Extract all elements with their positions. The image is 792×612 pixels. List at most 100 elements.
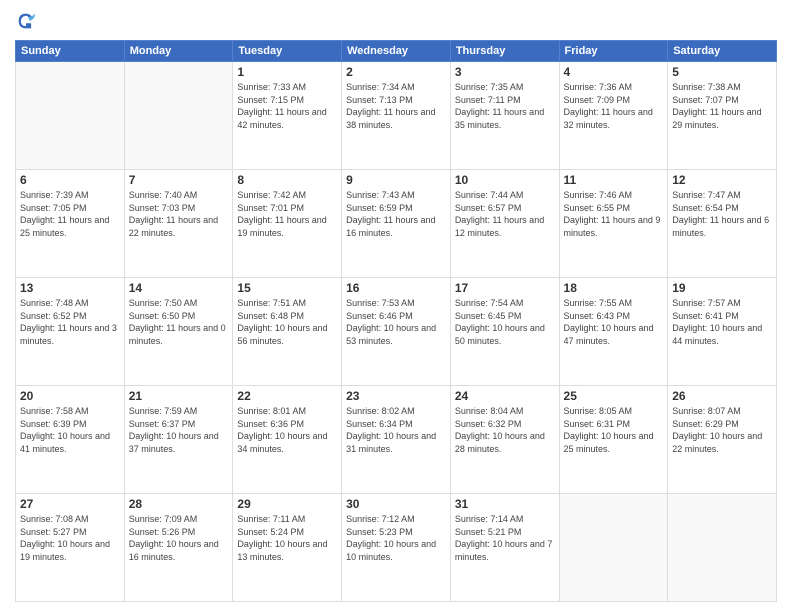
calendar-header: SundayMondayTuesdayWednesdayThursdayFrid… [16, 41, 777, 62]
day-info: Sunrise: 7:59 AM Sunset: 6:37 PM Dayligh… [129, 405, 229, 455]
calendar-cell: 16 Sunrise: 7:53 AM Sunset: 6:46 PM Dayli… [342, 278, 451, 386]
calendar-cell: 6 Sunrise: 7:39 AM Sunset: 7:05 PM Daylig… [16, 170, 125, 278]
logo [15, 10, 41, 32]
day-number: 15 [237, 281, 337, 295]
day-info: Sunrise: 7:09 AM Sunset: 5:26 PM Dayligh… [129, 513, 229, 563]
calendar-body: 1 Sunrise: 7:33 AM Sunset: 7:15 PM Daylig… [16, 62, 777, 602]
calendar-cell: 19 Sunrise: 7:57 AM Sunset: 6:41 PM Dayli… [668, 278, 777, 386]
calendar-cell: 17Sunrise: 7:54 AM Sunset: 6:45 PM Dayli… [450, 278, 559, 386]
day-number: 21 [129, 389, 229, 403]
day-header-tuesday: Tuesday [233, 41, 342, 62]
day-number: 5 [672, 65, 772, 79]
week-row-3: 13 Sunrise: 7:48 AM Sunset: 6:52 PM Dayli… [16, 278, 777, 386]
day-info: Sunrise: 7:48 AM Sunset: 6:52 PM Dayligh… [20, 297, 120, 347]
day-info: Sunrise: 7:57 AM Sunset: 6:41 PM Dayligh… [672, 297, 772, 347]
calendar-table: SundayMondayTuesdayWednesdayThursdayFrid… [15, 40, 777, 602]
day-number: 11 [564, 173, 664, 187]
day-number: 29 [237, 497, 337, 511]
day-number: 4 [564, 65, 664, 79]
day-info: Sunrise: 7:40 AM Sunset: 7:03 PM Dayligh… [129, 189, 229, 239]
day-number: 19 [672, 281, 772, 295]
day-number: 24 [455, 389, 555, 403]
header-row: SundayMondayTuesdayWednesdayThursdayFrid… [16, 41, 777, 62]
calendar-cell: 24 Sunrise: 8:04 AM Sunset: 6:32 PM Dayli… [450, 386, 559, 494]
day-info: Sunrise: 7:34 AM Sunset: 7:13 PM Dayligh… [346, 81, 446, 131]
day-info: Sunrise: 7:38 AM Sunset: 7:07 PM Dayligh… [672, 81, 772, 131]
calendar-cell: 26 Sunrise: 8:07 AM Sunset: 6:29 PM Dayli… [668, 386, 777, 494]
day-number: 23 [346, 389, 446, 403]
day-info: Sunrise: 7:11 AM Sunset: 5:24 PM Dayligh… [237, 513, 337, 563]
day-info: Sunrise: 7:55 AM Sunset: 6:43 PM Dayligh… [564, 297, 664, 347]
calendar-cell: 23 Sunrise: 8:02 AM Sunset: 6:34 PM Dayli… [342, 386, 451, 494]
day-header-saturday: Saturday [668, 41, 777, 62]
day-info: Sunrise: 8:07 AM Sunset: 6:29 PM Dayligh… [672, 405, 772, 455]
calendar-cell: 3 Sunrise: 7:35 AM Sunset: 7:11 PM Daylig… [450, 62, 559, 170]
day-info: Sunrise: 7:42 AM Sunset: 7:01 PM Dayligh… [237, 189, 337, 239]
calendar-cell: 11 Sunrise: 7:46 AM Sunset: 6:55 PM Dayli… [559, 170, 668, 278]
day-info: Sunrise: 7:47 AM Sunset: 6:54 PM Dayligh… [672, 189, 772, 239]
day-header-thursday: Thursday [450, 41, 559, 62]
calendar-cell: 22 Sunrise: 8:01 AM Sunset: 6:36 PM Dayli… [233, 386, 342, 494]
day-number: 16 [346, 281, 446, 295]
day-number: 9 [346, 173, 446, 187]
day-info: Sunrise: 7:54 AM Sunset: 6:45 PM Dayligh… [455, 297, 555, 347]
header [15, 10, 777, 32]
day-number: 1 [237, 65, 337, 79]
calendar-cell: 10 Sunrise: 7:44 AM Sunset: 6:57 PM Dayli… [450, 170, 559, 278]
day-info: Sunrise: 7:51 AM Sunset: 6:48 PM Dayligh… [237, 297, 337, 347]
day-info: Sunrise: 7:36 AM Sunset: 7:09 PM Dayligh… [564, 81, 664, 131]
day-number: 25 [564, 389, 664, 403]
day-info: Sunrise: 7:53 AM Sunset: 6:46 PM Dayligh… [346, 297, 446, 347]
calendar-cell: 21 Sunrise: 7:59 AM Sunset: 6:37 PM Dayli… [124, 386, 233, 494]
day-info: Sunrise: 7:08 AM Sunset: 5:27 PM Dayligh… [20, 513, 120, 563]
day-number: 31 [455, 497, 555, 511]
calendar-cell: 30Sunrise: 7:12 AM Sunset: 5:23 PM Dayli… [342, 494, 451, 602]
day-info: Sunrise: 7:33 AM Sunset: 7:15 PM Dayligh… [237, 81, 337, 131]
day-info: Sunrise: 8:02 AM Sunset: 6:34 PM Dayligh… [346, 405, 446, 455]
calendar-cell: 4 Sunrise: 7:36 AM Sunset: 7:09 PM Daylig… [559, 62, 668, 170]
calendar-cell: 13 Sunrise: 7:48 AM Sunset: 6:52 PM Dayli… [16, 278, 125, 386]
day-number: 8 [237, 173, 337, 187]
calendar-cell: 18 Sunrise: 7:55 AM Sunset: 6:43 PM Dayli… [559, 278, 668, 386]
calendar-cell [124, 62, 233, 170]
day-info: Sunrise: 8:01 AM Sunset: 6:36 PM Dayligh… [237, 405, 337, 455]
page: SundayMondayTuesdayWednesdayThursdayFrid… [0, 0, 792, 612]
day-number: 6 [20, 173, 120, 187]
day-header-monday: Monday [124, 41, 233, 62]
day-number: 18 [564, 281, 664, 295]
day-number: 3 [455, 65, 555, 79]
day-info: Sunrise: 8:05 AM Sunset: 6:31 PM Dayligh… [564, 405, 664, 455]
day-info: Sunrise: 7:39 AM Sunset: 7:05 PM Dayligh… [20, 189, 120, 239]
day-header-sunday: Sunday [16, 41, 125, 62]
calendar-cell: 9Sunrise: 7:43 AM Sunset: 6:59 PM Daylig… [342, 170, 451, 278]
day-number: 10 [455, 173, 555, 187]
day-number: 12 [672, 173, 772, 187]
week-row-2: 6 Sunrise: 7:39 AM Sunset: 7:05 PM Daylig… [16, 170, 777, 278]
day-header-wednesday: Wednesday [342, 41, 451, 62]
calendar-cell: 2Sunrise: 7:34 AM Sunset: 7:13 PM Daylig… [342, 62, 451, 170]
week-row-1: 1 Sunrise: 7:33 AM Sunset: 7:15 PM Daylig… [16, 62, 777, 170]
day-info: Sunrise: 7:44 AM Sunset: 6:57 PM Dayligh… [455, 189, 555, 239]
calendar-cell: 27 Sunrise: 7:08 AM Sunset: 5:27 PM Dayli… [16, 494, 125, 602]
day-number: 20 [20, 389, 120, 403]
day-number: 13 [20, 281, 120, 295]
calendar-cell [16, 62, 125, 170]
calendar-cell: 31 Sunrise: 7:14 AM Sunset: 5:21 PM Dayli… [450, 494, 559, 602]
calendar-cell: 1 Sunrise: 7:33 AM Sunset: 7:15 PM Daylig… [233, 62, 342, 170]
day-info: Sunrise: 7:46 AM Sunset: 6:55 PM Dayligh… [564, 189, 664, 239]
day-number: 28 [129, 497, 229, 511]
day-number: 26 [672, 389, 772, 403]
calendar-cell: 8 Sunrise: 7:42 AM Sunset: 7:01 PM Daylig… [233, 170, 342, 278]
day-header-friday: Friday [559, 41, 668, 62]
day-number: 27 [20, 497, 120, 511]
day-info: Sunrise: 8:04 AM Sunset: 6:32 PM Dayligh… [455, 405, 555, 455]
day-number: 22 [237, 389, 337, 403]
day-number: 14 [129, 281, 229, 295]
day-info: Sunrise: 7:58 AM Sunset: 6:39 PM Dayligh… [20, 405, 120, 455]
calendar-cell [668, 494, 777, 602]
day-info: Sunrise: 7:12 AM Sunset: 5:23 PM Dayligh… [346, 513, 446, 563]
day-info: Sunrise: 7:14 AM Sunset: 5:21 PM Dayligh… [455, 513, 555, 563]
day-info: Sunrise: 7:35 AM Sunset: 7:11 PM Dayligh… [455, 81, 555, 131]
calendar-cell: 29 Sunrise: 7:11 AM Sunset: 5:24 PM Dayli… [233, 494, 342, 602]
calendar-cell: 25 Sunrise: 8:05 AM Sunset: 6:31 PM Dayli… [559, 386, 668, 494]
